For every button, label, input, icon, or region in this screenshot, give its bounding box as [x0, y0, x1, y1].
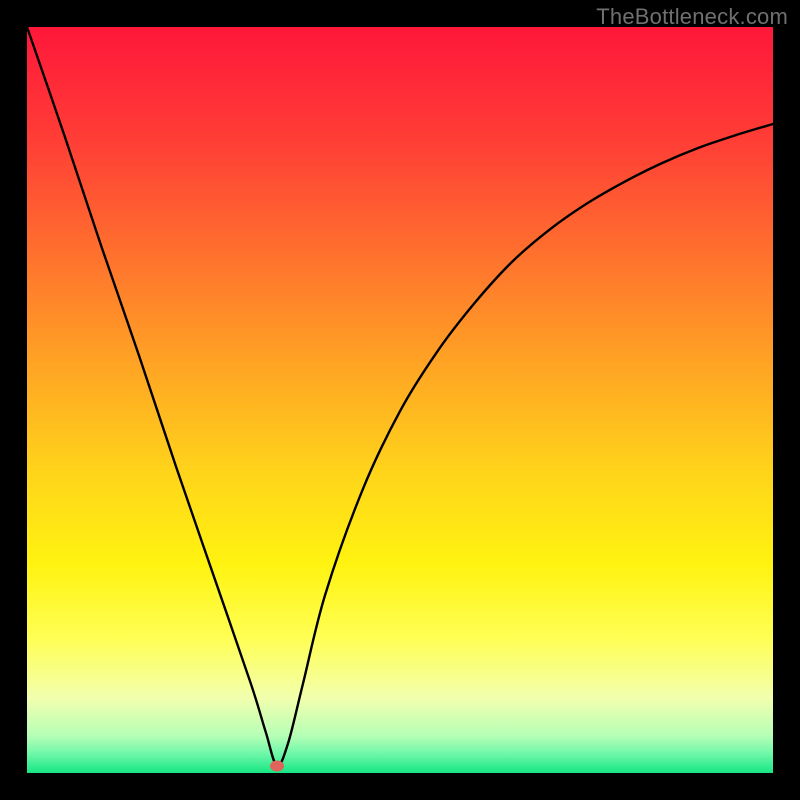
plot-area	[27, 27, 773, 773]
optimal-point-marker	[270, 760, 284, 771]
watermark-text: TheBottleneck.com	[596, 4, 788, 30]
bottleneck-curve	[27, 27, 773, 773]
